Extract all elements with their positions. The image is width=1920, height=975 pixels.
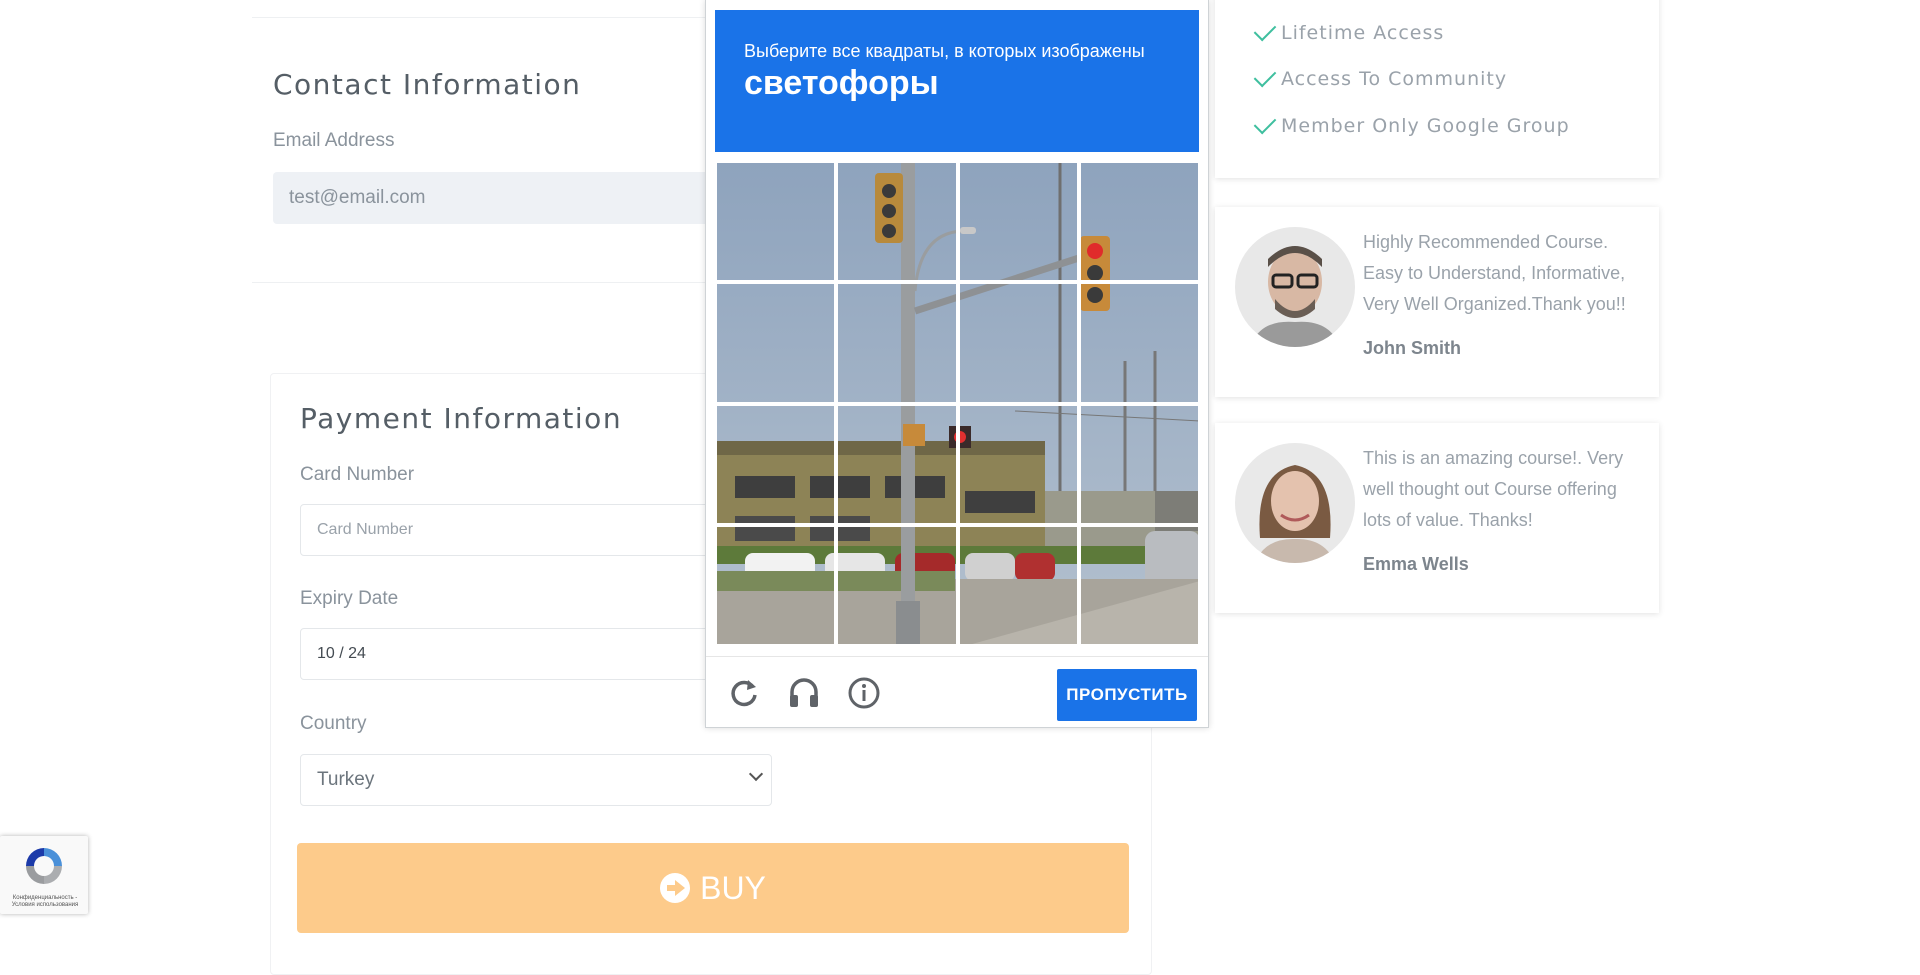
- check-icon: [1253, 18, 1277, 42]
- expiry-date-label: Expiry Date: [300, 588, 399, 609]
- country-select[interactable]: Turkey: [300, 754, 772, 806]
- captcha-tile[interactable]: [957, 524, 1079, 646]
- testimonial-text: This is an amazing course!. Very well th…: [1363, 448, 1624, 530]
- captcha-tile[interactable]: [1078, 524, 1200, 646]
- features-card: Lifetime Access Access To Community Memb…: [1215, 0, 1659, 178]
- captcha-tile[interactable]: [715, 282, 837, 404]
- captcha-instruction: Выберите все квадраты, в которых изображ…: [744, 41, 1145, 61]
- captcha-challenge: Выберите все квадраты, в которых изображ…: [705, 0, 1209, 728]
- captcha-tile[interactable]: [715, 524, 837, 646]
- captcha-target-object: светофоры: [744, 64, 939, 102]
- captcha-tile[interactable]: [1078, 282, 1200, 404]
- recaptcha-terms-link[interactable]: Конфиденциальность - Условия использован…: [4, 895, 86, 909]
- feature-item: Access To Community: [1253, 64, 1508, 90]
- testimonial-text: Highly Recommended Course. Easy to Under…: [1363, 232, 1626, 314]
- check-icon: [1253, 64, 1277, 88]
- captcha-footer: ПРОПУСТИТЬ: [706, 656, 1208, 728]
- arrow-right-icon: [660, 873, 691, 903]
- feature-label: Member Only Google Group: [1281, 115, 1570, 137]
- captcha-tile[interactable]: [1078, 403, 1200, 525]
- captcha-tile[interactable]: [957, 403, 1079, 525]
- feature-label: Lifetime Access: [1281, 22, 1445, 44]
- testimonial-card: This is an amazing course!. Very well th…: [1215, 423, 1659, 613]
- chevron-down-icon: [748, 766, 764, 782]
- skip-button[interactable]: ПРОПУСТИТЬ: [1057, 669, 1197, 721]
- expiry-date-input[interactable]: 10 / 24: [300, 628, 720, 680]
- feature-item: Member Only Google Group: [1253, 111, 1570, 137]
- reload-icon[interactable]: [726, 675, 762, 711]
- card-number-input[interactable]: Card Number: [300, 504, 720, 556]
- testimonial-author: John Smith: [1363, 338, 1461, 358]
- captcha-tile[interactable]: [957, 282, 1079, 404]
- testimonial-card: Highly Recommended Course. Easy to Under…: [1215, 207, 1659, 397]
- captcha-tile[interactable]: [836, 524, 958, 646]
- captcha-tile[interactable]: [836, 403, 958, 525]
- captcha-tile[interactable]: [715, 161, 837, 283]
- email-field[interactable]: test@email.com: [273, 172, 713, 224]
- captcha-image-grid: [715, 161, 1200, 646]
- contact-section-title: Contact Information: [273, 68, 582, 101]
- captcha-tile[interactable]: [1078, 161, 1200, 283]
- buy-button[interactable]: BUY: [297, 843, 1129, 933]
- top-divider: [252, 17, 712, 18]
- captcha-tile[interactable]: [957, 161, 1079, 283]
- section-divider: [252, 282, 712, 283]
- check-icon: [1253, 111, 1277, 135]
- payment-section-title: Payment Information: [300, 402, 623, 435]
- captcha-tile[interactable]: [836, 282, 958, 404]
- captcha-tile[interactable]: [715, 403, 837, 525]
- captcha-header: Выберите все квадраты, в которых изображ…: [715, 10, 1199, 152]
- recaptcha-badge[interactable]: Конфиденциальность - Условия использован…: [0, 836, 88, 914]
- testimonial-author: Emma Wells: [1363, 554, 1469, 574]
- feature-label: Access To Community: [1281, 68, 1508, 90]
- country-label: Country: [300, 713, 367, 734]
- recaptcha-logo-icon: [26, 848, 62, 884]
- card-number-label: Card Number: [300, 464, 415, 485]
- country-select-value: Turkey: [317, 769, 375, 790]
- feature-item: Lifetime Access: [1253, 18, 1445, 44]
- audio-icon[interactable]: [786, 675, 822, 711]
- info-icon[interactable]: [846, 675, 882, 711]
- captcha-tiles: [715, 161, 1200, 646]
- avatar: [1235, 443, 1355, 563]
- avatar: [1235, 227, 1355, 347]
- buy-button-label: BUY: [700, 869, 766, 906]
- captcha-tile[interactable]: [836, 161, 958, 283]
- email-label: Email Address: [273, 130, 395, 151]
